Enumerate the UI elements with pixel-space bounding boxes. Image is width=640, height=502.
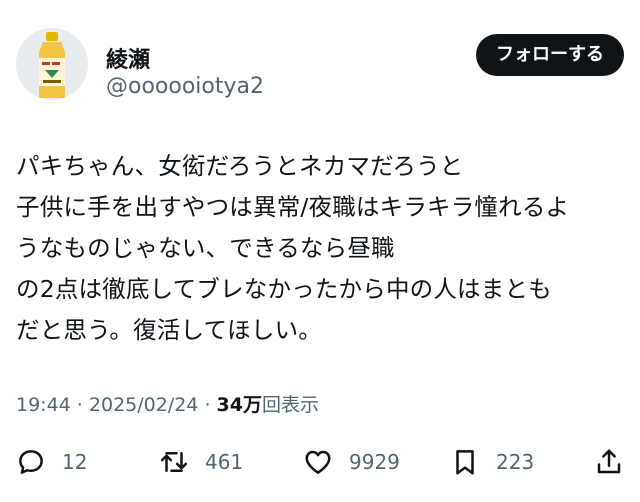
avatar[interactable]	[16, 28, 88, 100]
follow-button[interactable]: フォローする	[476, 34, 624, 76]
heart-icon	[305, 450, 331, 474]
tweet-time[interactable]: 19:44	[16, 394, 71, 416]
reply-icon	[19, 450, 43, 474]
views-count: 34万	[216, 394, 262, 416]
reply-count: 12	[62, 450, 88, 474]
meta-separator: ·	[198, 394, 217, 416]
reply-button[interactable]: 12	[16, 442, 87, 482]
meta-separator: ·	[70, 394, 89, 416]
share-icon	[597, 449, 621, 474]
retweet-count: 461	[205, 450, 244, 474]
tea-bottle-avatar-icon	[16, 28, 88, 100]
tweet-line: の2点は徹底してブレなかったから中の人はまとも	[16, 275, 552, 303]
tweet-line: うなものじゃない、できるなら昼職	[16, 234, 395, 262]
user-name[interactable]: 綾瀬	[106, 42, 150, 74]
retweet-icon	[160, 452, 188, 472]
views-label: 回表示	[261, 394, 319, 416]
tweet-header: 綾瀬 @oooooiotya2 フォローする	[16, 28, 624, 108]
tweet-text: パキちゃん、女衒だろうとネカマだろうと 子供に手を出すやつは異常/夜職はキラキラ…	[16, 146, 628, 351]
like-button[interactable]: 9929	[303, 442, 400, 482]
retweet-button[interactable]: 461	[159, 442, 243, 482]
tweet-line: だと思う。復活してほしい。	[16, 316, 322, 344]
like-count: 9929	[349, 450, 400, 474]
tweet-date[interactable]: 2025/02/24	[89, 394, 199, 416]
user-handle[interactable]: @oooooiotya2	[106, 74, 264, 99]
tweet-line: 子供に手を出すやつは異常/夜職はキラキラ憧れるよ	[16, 193, 570, 221]
bookmark-button[interactable]: 223	[450, 442, 534, 482]
tweet-actions: 12 461 9929 223	[16, 442, 624, 482]
share-button[interactable]	[594, 442, 624, 482]
bookmark-count: 223	[496, 450, 535, 474]
tweet-meta: 19:44 · 2025/02/24 · 34万回表示	[16, 390, 319, 417]
bookmark-icon	[456, 450, 474, 475]
tweet-line: パキちゃん、女衒だろうとネカマだろうと	[16, 152, 464, 180]
